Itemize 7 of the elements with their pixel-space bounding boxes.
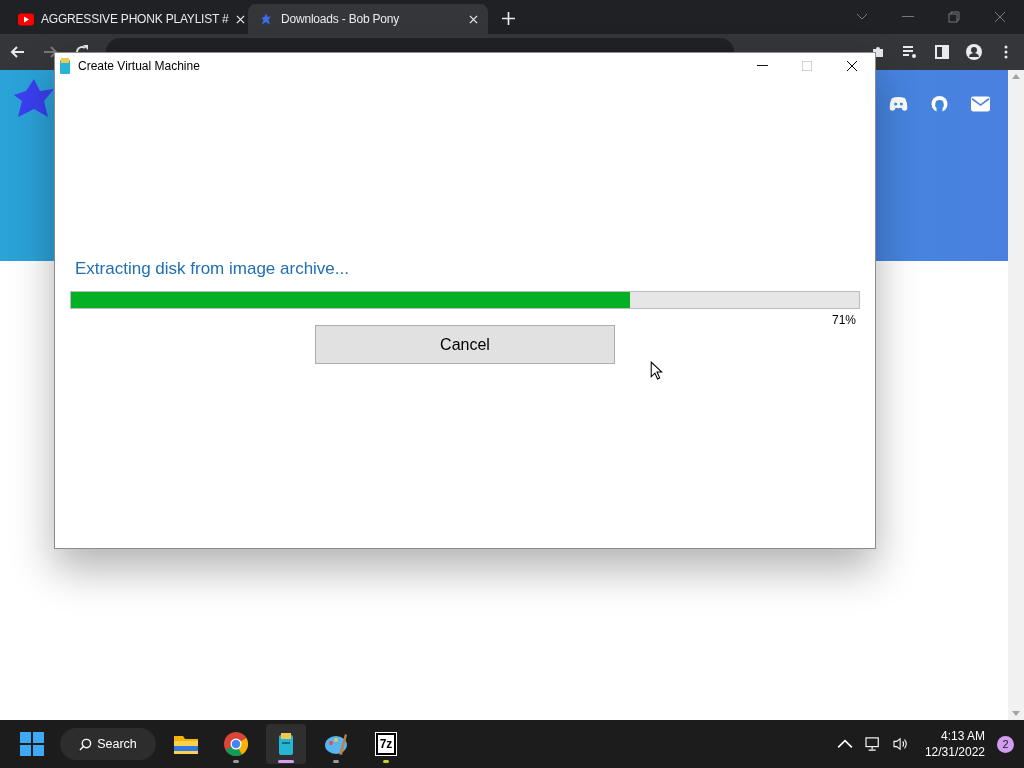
clock-date: 12/31/2022 <box>924 744 985 760</box>
tab-title: AGGRESSIVE PHONK PLAYLIST # <box>41 12 229 26</box>
status-text: Extracting disk from image archive... <box>75 259 350 280</box>
tab-title: Downloads - Bob Pony <box>281 12 401 26</box>
window-title: Create Virtual Machine <box>78 59 200 73</box>
clock-time: 4:13 AM <box>940 728 985 744</box>
progress-percent: 71% <box>831 313 856 327</box>
